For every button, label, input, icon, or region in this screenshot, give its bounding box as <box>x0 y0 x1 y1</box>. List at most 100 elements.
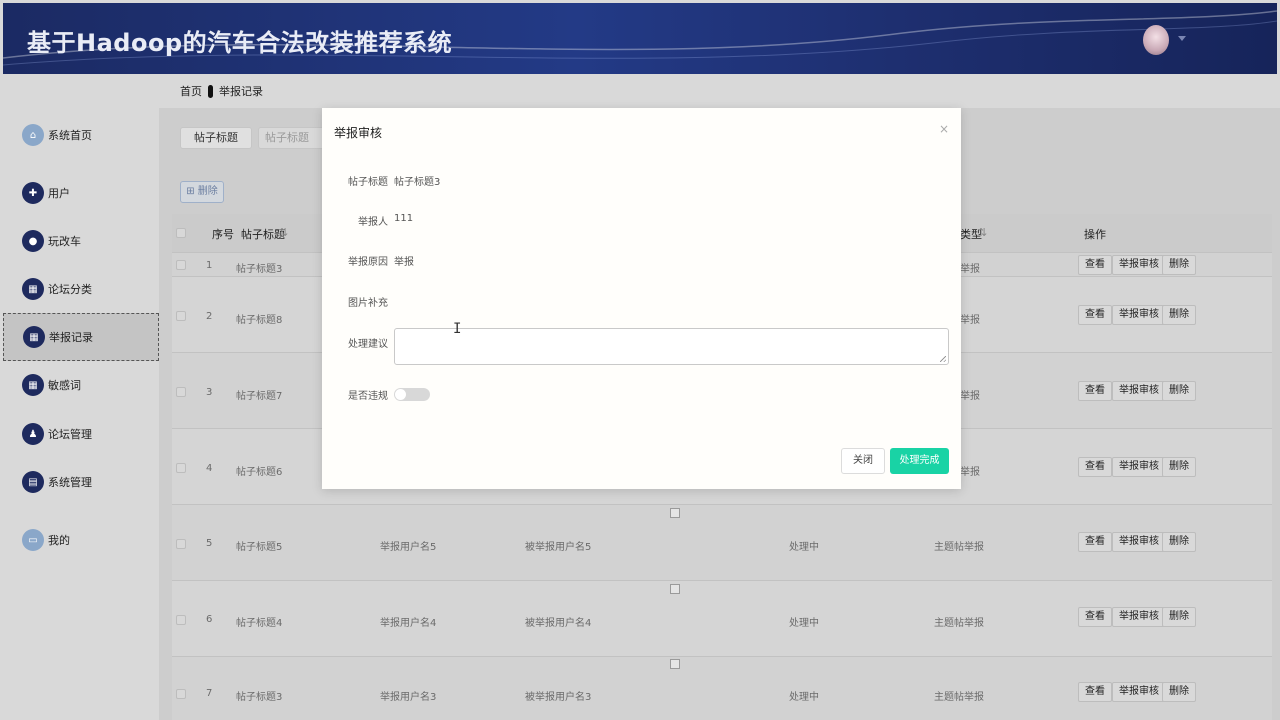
sidebar-item-sensitive-words[interactable]: ▦ 敏感词 <box>3 361 159 409</box>
view-button[interactable]: 查看 <box>1078 381 1112 401</box>
sidebar-item-label: 举报记录 <box>49 331 93 344</box>
row-checkbox[interactable] <box>176 463 186 473</box>
search-input[interactable]: 帖子标题 <box>258 127 328 149</box>
sidebar-item-user[interactable]: ✚ 用户 <box>3 169 159 217</box>
reporter-label: 举报人 <box>358 217 388 228</box>
sidebar-item-modded-cars[interactable]: ● 玩改车 <box>3 217 159 265</box>
post-title-value: 帖子标题3 <box>394 177 441 188</box>
post-title-label: 帖子标题 <box>348 177 388 188</box>
dialog-title: 举报审核 <box>334 126 383 140</box>
close-icon[interactable]: × <box>939 122 949 136</box>
delete-button[interactable]: 删除 <box>1162 607 1196 627</box>
cell-title: 帖子标题4 <box>236 618 283 629</box>
cell-reporter: 举报用户名3 <box>380 692 437 703</box>
row-checkbox[interactable] <box>176 387 186 397</box>
header-index: 序号 <box>212 228 234 241</box>
sidebar-item-forum-management[interactable]: ♟ 论坛管理 <box>3 410 159 458</box>
grid-icon: ▦ <box>22 374 44 396</box>
handling-advice-textarea[interactable] <box>394 328 949 365</box>
view-button[interactable]: 查看 <box>1078 532 1112 552</box>
cell-status: 处理中 <box>789 542 819 553</box>
cell-index: 6 <box>206 614 213 625</box>
review-button[interactable]: 举报审核 <box>1112 381 1166 401</box>
app-title: 基于Hadoop的汽车合法改装推荐系统 <box>27 29 453 57</box>
row-checkbox[interactable] <box>176 260 186 270</box>
text-cursor-icon: I <box>453 321 462 337</box>
calendar-icon: ▭ <box>22 529 44 551</box>
delete-button[interactable]: 删除 <box>1162 305 1196 325</box>
reporter-value: 111 <box>394 213 414 224</box>
cell-type: 举报 <box>960 467 980 478</box>
sidebar: ⌂ 系统首页 ✚ 用户 ● 玩改车 ▦ 论坛分类 ▦ 举报记录 ▦ 敏感词 ♟ … <box>3 96 159 718</box>
review-button[interactable]: 举报审核 <box>1112 607 1166 627</box>
view-button[interactable]: 查看 <box>1078 255 1112 275</box>
cell-type: 主题帖举报 <box>934 692 984 703</box>
review-button[interactable]: 举报审核 <box>1112 682 1166 702</box>
breadcrumb-home[interactable]: 首页 <box>180 83 202 99</box>
cell-reported-user: 被举报用户名4 <box>525 618 592 629</box>
delete-button[interactable]: 删除 <box>1162 457 1196 477</box>
row-checkbox[interactable] <box>176 539 186 549</box>
cell-status: 处理中 <box>789 692 819 703</box>
app-header: 基于Hadoop的汽车合法改装推荐系统 <box>3 3 1277 74</box>
breadcrumb-current: 举报记录 <box>219 85 263 98</box>
sidebar-item-label: 玩改车 <box>48 235 81 248</box>
cell-title: 帖子标题3 <box>236 264 283 275</box>
resize-handle-icon[interactable] <box>940 356 946 362</box>
broken-image-icon <box>670 508 680 518</box>
cell-index: 5 <box>206 538 213 549</box>
review-button[interactable]: 举报审核 <box>1112 305 1166 325</box>
review-button[interactable]: 举报审核 <box>1112 255 1166 275</box>
row-checkbox[interactable] <box>176 311 186 321</box>
select-all-checkbox[interactable] <box>176 228 186 238</box>
chevron-down-icon[interactable] <box>1178 36 1186 41</box>
broken-image-icon <box>670 659 680 669</box>
grid-icon: ▦ <box>22 278 44 300</box>
sidebar-item-mine[interactable]: ▭ 我的 <box>3 516 159 564</box>
cell-type: 举报 <box>960 315 980 326</box>
delete-label: 删除 <box>197 186 218 197</box>
view-button[interactable]: 查看 <box>1078 305 1112 325</box>
cell-reporter: 举报用户名4 <box>380 618 437 629</box>
view-button[interactable]: 查看 <box>1078 607 1112 627</box>
cell-reported-user: 被举报用户名3 <box>525 692 592 703</box>
row-checkbox[interactable] <box>176 615 186 625</box>
cell-index: 3 <box>206 387 213 398</box>
search-field-label: 帖子标题 <box>180 127 252 149</box>
location-pin-icon: ● <box>22 230 44 252</box>
reason-label: 举报原因 <box>348 257 388 268</box>
breadcrumb-separator-icon <box>208 84 213 98</box>
avatar[interactable] <box>1143 25 1169 55</box>
grid-icon: ▦ <box>23 326 45 348</box>
cell-title: 帖子标题6 <box>236 467 283 478</box>
view-button[interactable]: 查看 <box>1078 457 1112 477</box>
violation-toggle[interactable] <box>394 388 430 401</box>
delete-button[interactable]: 删除 <box>1162 255 1196 275</box>
handling-advice-label: 处理建议 <box>348 339 388 350</box>
sidebar-item-forum-category[interactable]: ▦ 论坛分类 <box>3 265 159 313</box>
reason-value: 举报 <box>394 257 414 268</box>
sidebar-item-home[interactable]: ⌂ 系统首页 <box>3 111 159 159</box>
violation-label: 是否违规 <box>348 391 388 402</box>
sidebar-item-system-management[interactable]: ▤ 系统管理 <box>3 458 159 506</box>
delete-button[interactable]: 删除 <box>1162 381 1196 401</box>
close-button[interactable]: 关闭 <box>841 448 885 474</box>
delete-button[interactable]: 删除 <box>1162 532 1196 552</box>
view-button[interactable]: 查看 <box>1078 682 1112 702</box>
sidebar-item-label: 论坛分类 <box>48 283 92 296</box>
table-row: 5 帖子标题5 举报用户名5 被举报用户名5 处理中 主题帖举报 查看 举报审核… <box>172 504 1272 580</box>
review-button[interactable]: 举报审核 <box>1112 457 1166 477</box>
breadcrumb: 首页 举报记录 <box>180 83 263 99</box>
cell-title: 帖子标题5 <box>236 542 283 553</box>
sidebar-item-label: 论坛管理 <box>48 428 92 441</box>
sort-icon[interactable]: ⇅ <box>279 226 288 239</box>
report-review-dialog: 举报审核 × 帖子标题 帖子标题3 举报人 111 举报原因 举报 图片补充 处… <box>322 108 961 489</box>
row-checkbox[interactable] <box>176 689 186 699</box>
review-button[interactable]: 举报审核 <box>1112 532 1166 552</box>
batch-delete-button[interactable]: ⊞ 删除 <box>180 181 224 203</box>
sort-icon[interactable]: ⇅ <box>978 226 987 239</box>
finish-processing-button[interactable]: 处理完成 <box>890 448 949 474</box>
delete-button[interactable]: 删除 <box>1162 682 1196 702</box>
broken-image-icon <box>670 584 680 594</box>
sidebar-item-report-records[interactable]: ▦ 举报记录 <box>3 313 159 361</box>
